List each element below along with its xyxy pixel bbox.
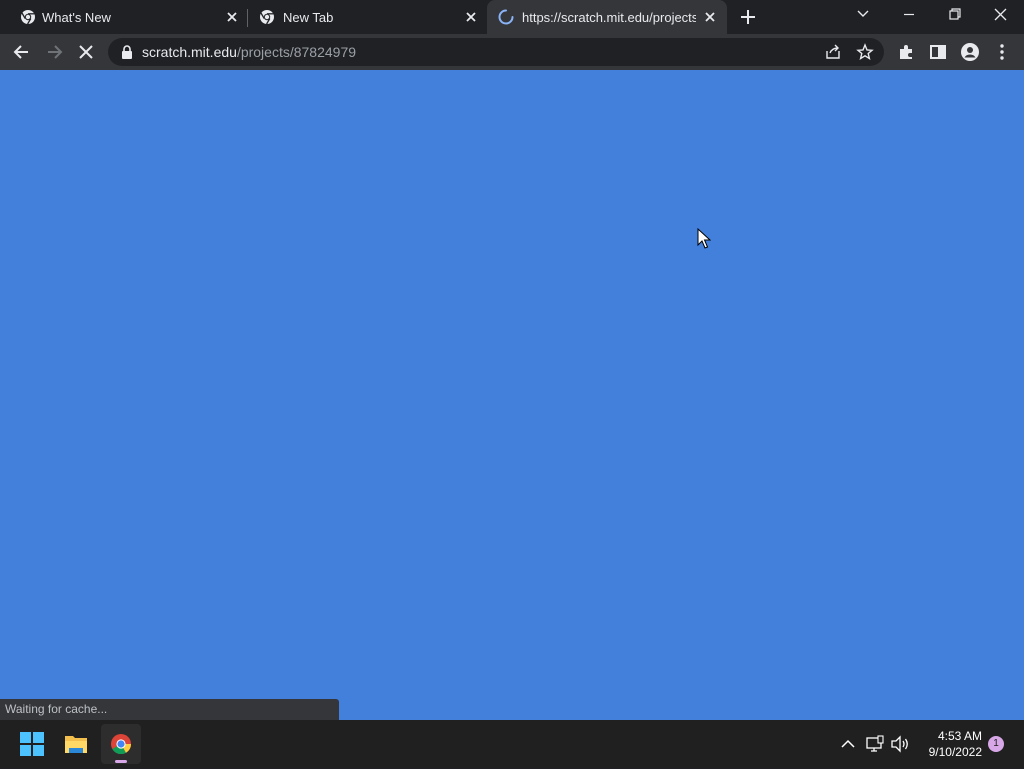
stop-loading-icon[interactable] xyxy=(76,42,96,62)
profile-icon[interactable] xyxy=(960,42,980,62)
notification-badge[interactable]: 1 xyxy=(988,736,1004,752)
status-text: Waiting for cache... xyxy=(5,702,108,716)
tab-title: What's New xyxy=(42,10,111,25)
new-tab-icon[interactable] xyxy=(738,7,758,27)
chrome-taskbar-button[interactable] xyxy=(101,724,141,764)
tab-whats-new[interactable]: What's New xyxy=(6,0,246,34)
close-icon[interactable] xyxy=(462,8,480,26)
side-panel-icon[interactable] xyxy=(928,42,948,62)
close-icon[interactable] xyxy=(701,8,719,26)
volume-icon[interactable] xyxy=(890,734,910,754)
menu-icon[interactable] xyxy=(992,42,1012,62)
share-icon[interactable] xyxy=(824,43,842,61)
status-bubble: Waiting for cache... xyxy=(0,699,339,720)
page-content[interactable] xyxy=(0,70,1024,720)
address-bar[interactable]: scratch.mit.edu/projects/87824979 xyxy=(108,38,884,66)
forward-arrow-icon[interactable] xyxy=(44,42,64,62)
chrome-icon xyxy=(260,10,274,25)
tab-strip: What's New New Tab https://scratch.mit.e… xyxy=(0,0,1024,34)
back-arrow-icon[interactable] xyxy=(12,42,32,62)
start-button[interactable] xyxy=(12,724,52,764)
chevron-up-icon[interactable] xyxy=(838,734,858,754)
lock-icon xyxy=(122,45,132,59)
tab-new-tab[interactable]: New Tab xyxy=(248,0,486,34)
tab-title: New Tab xyxy=(283,10,334,25)
taskbar: 4:53 AM 9/10/2022 1 xyxy=(0,720,1024,768)
extensions-icon[interactable] xyxy=(896,42,916,62)
chrome-icon xyxy=(21,10,35,25)
clock[interactable]: 4:53 AM 9/10/2022 xyxy=(916,728,982,760)
minimize-icon[interactable] xyxy=(886,0,932,30)
restore-icon[interactable] xyxy=(932,0,978,30)
chrome-icon xyxy=(111,734,132,763)
tab-search-icon[interactable] xyxy=(840,0,886,30)
file-explorer-button[interactable] xyxy=(56,724,96,764)
loading-spinner-icon xyxy=(498,9,514,25)
windows-start-icon xyxy=(20,732,44,756)
clock-date: 9/10/2022 xyxy=(928,745,982,759)
mouse-cursor-icon xyxy=(697,228,711,249)
clock-time: 4:53 AM xyxy=(937,729,982,743)
close-window-icon[interactable] xyxy=(978,0,1024,30)
tab-scratch-project[interactable]: https://scratch.mit.edu/projects/8 xyxy=(487,0,727,34)
url-path: /projects/87824979 xyxy=(236,44,357,60)
close-icon[interactable] xyxy=(223,8,241,26)
network-icon[interactable] xyxy=(865,734,885,754)
url-host: scratch.mit.edu xyxy=(142,44,237,60)
tab-title: https://scratch.mit.edu/projects/8 xyxy=(522,10,696,25)
url-text: scratch.mit.edu/projects/87824979 xyxy=(142,44,356,60)
bookmark-star-icon[interactable] xyxy=(856,43,874,61)
folder-icon xyxy=(65,736,87,753)
